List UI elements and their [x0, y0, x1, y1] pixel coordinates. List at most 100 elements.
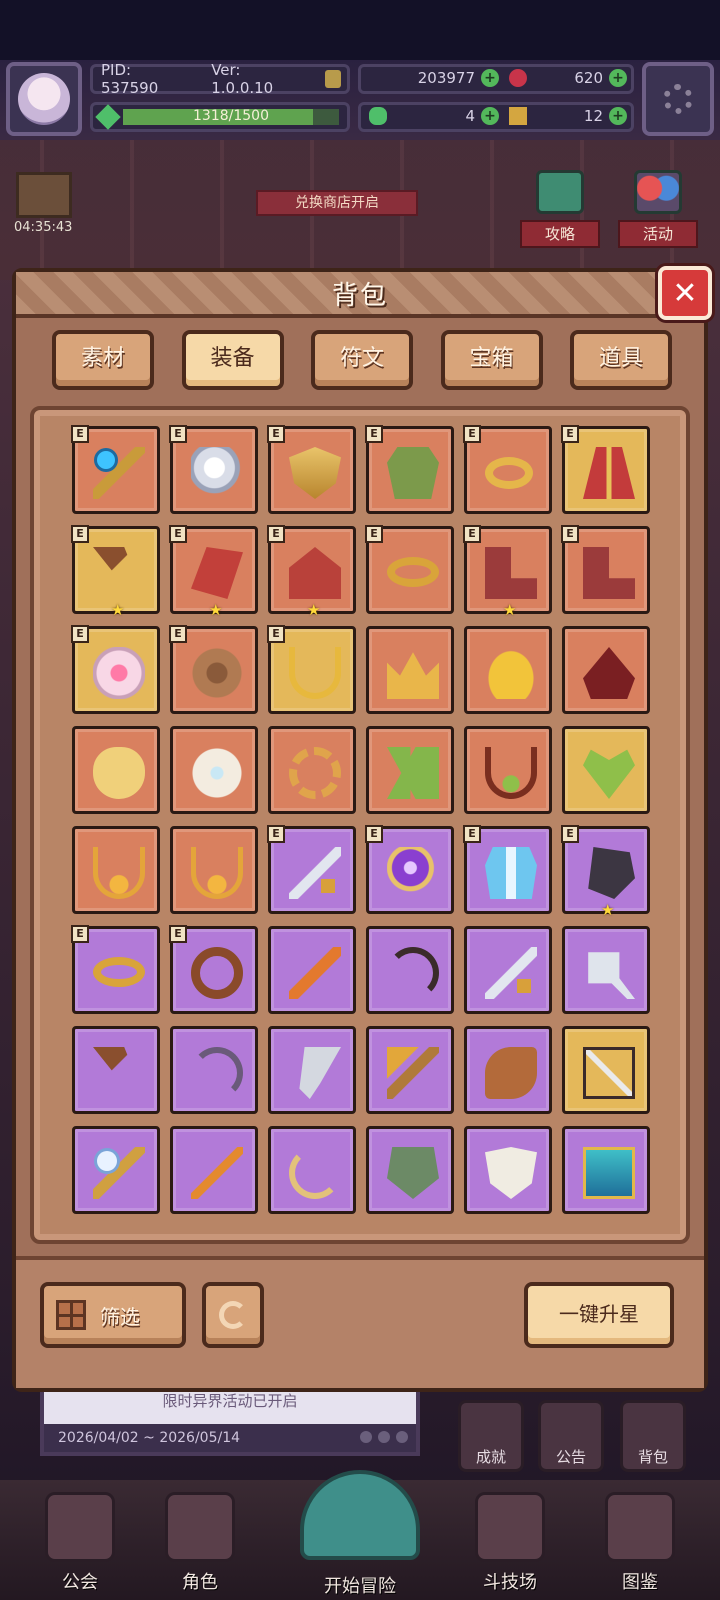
close-button[interactable]: ✕ [658, 266, 712, 320]
item-slot[interactable]: E ★ [561, 825, 650, 919]
item-slot[interactable]: E ★ [267, 525, 356, 619]
equipped-badge: E [169, 425, 187, 443]
item-slot[interactable]: E [463, 825, 552, 914]
item-slot[interactable] [562, 1026, 650, 1114]
item-slot[interactable]: E [267, 625, 356, 714]
exchange-shop-banner[interactable]: 兑换商店开启 [256, 190, 418, 216]
item-slot[interactable] [464, 926, 552, 1014]
glove-icon [588, 847, 635, 899]
gift-box-icon[interactable] [16, 172, 72, 218]
star-icon: ★ [209, 601, 223, 619]
item-slot[interactable]: E [365, 425, 454, 514]
item-slot[interactable]: E [169, 625, 258, 714]
currency-3-value: 4 [465, 107, 475, 125]
notice-button[interactable]: 公告 [538, 1400, 604, 1472]
item-slot[interactable] [562, 1126, 650, 1214]
tab-0[interactable]: 素材 [52, 330, 154, 390]
bag-button[interactable]: 背包 [620, 1400, 686, 1472]
nav-arena[interactable]: 斗技场 [460, 1492, 560, 1600]
blue-armor-icon [485, 847, 537, 899]
item-slot[interactable] [72, 1126, 160, 1214]
equipped-badge: E [169, 925, 187, 943]
item-slot[interactable]: E [561, 525, 650, 614]
necklace-icon [289, 647, 341, 699]
item-slot[interactable] [562, 926, 650, 1014]
item-slot[interactable] [562, 626, 650, 714]
nav-codex[interactable]: 图鉴 [590, 1492, 690, 1600]
item-slot[interactable]: E [463, 425, 552, 514]
item-slot[interactable] [562, 726, 650, 814]
crown-icon [387, 652, 439, 699]
item-slot[interactable] [366, 1026, 454, 1114]
item-slot[interactable] [464, 1126, 552, 1214]
gear-icon [663, 84, 693, 114]
item-slot[interactable]: E [169, 425, 258, 514]
player-avatar[interactable] [6, 62, 82, 136]
tome-icon [583, 1147, 635, 1199]
event-dates-text: 2026/04/02 ~ 2026/05/14 [58, 1430, 241, 1446]
tab-1[interactable]: 装备 [181, 330, 284, 390]
refresh-button[interactable] [202, 1282, 264, 1348]
item-slot[interactable]: E [267, 425, 356, 514]
nav-role[interactable]: 角色 [150, 1492, 250, 1600]
item-slot[interactable] [72, 1026, 160, 1114]
item-slot[interactable] [366, 626, 454, 714]
event-button[interactable]: 活动 [618, 170, 698, 248]
item-slot[interactable] [268, 1026, 356, 1114]
equipped-badge: E [365, 825, 383, 843]
item-slot[interactable] [366, 726, 454, 814]
item-slot[interactable] [170, 726, 258, 814]
item-slot[interactable]: E [169, 925, 258, 1014]
item-slot[interactable] [268, 1126, 356, 1214]
add-currency-4-button[interactable]: + [609, 107, 627, 125]
item-slot[interactable]: E [365, 825, 454, 914]
green-boots-icon [387, 747, 439, 799]
carousel-dots[interactable] [360, 1431, 408, 1443]
item-slot[interactable] [464, 726, 552, 814]
bracelet-icon [93, 957, 145, 987]
achievement-button[interactable]: 成就 [458, 1400, 524, 1472]
add-currency-1-button[interactable]: + [481, 69, 499, 87]
filter-button[interactable]: 筛选 [40, 1282, 186, 1348]
item-slot[interactable] [464, 626, 552, 714]
item-slot[interactable] [72, 826, 160, 914]
resource-row-1: 203977 + 620 + [358, 64, 634, 94]
tab-3[interactable]: 宝箱 [440, 330, 543, 390]
add-currency-3-button[interactable]: + [481, 107, 499, 125]
tab-4[interactable]: 道具 [570, 330, 672, 390]
item-slot[interactable]: E [71, 425, 160, 514]
nav-start-adventure[interactable]: 开始冒险 [278, 1470, 442, 1600]
item-slot[interactable]: E [71, 625, 160, 714]
item-slot[interactable] [170, 826, 258, 914]
settings-button[interactable] [642, 62, 714, 136]
strategy-button[interactable]: 攻略 [520, 170, 600, 248]
event-banner[interactable]: 限时异界活动已开启 2026/04/02 ~ 2026/05/14 [40, 1384, 420, 1456]
add-currency-2-button[interactable]: + [609, 69, 627, 87]
item-slot[interactable]: E ★ [71, 525, 160, 619]
cookie-icon [191, 647, 243, 699]
item-slot[interactable] [72, 726, 160, 814]
item-slot[interactable] [170, 1126, 258, 1214]
strategy-label: 攻略 [520, 220, 600, 248]
clover-icon [369, 107, 387, 125]
club-icon [93, 547, 145, 599]
gear-icon [289, 747, 341, 799]
item-slot[interactable] [366, 926, 454, 1014]
item-slot[interactable] [268, 926, 356, 1014]
item-slot[interactable] [268, 726, 356, 814]
item-slot[interactable]: E ★ [463, 525, 552, 619]
star-icon: ★ [307, 601, 321, 619]
item-slot[interactable]: E [365, 525, 454, 614]
tab-2[interactable]: 符文 [311, 330, 413, 390]
one-click-star-up-button[interactable]: 一键升星 [524, 1282, 674, 1348]
chat-icon [536, 170, 584, 214]
item-slot[interactable] [464, 1026, 552, 1114]
item-slot[interactable] [366, 1126, 454, 1214]
nav-guild[interactable]: 公会 [30, 1492, 130, 1600]
item-slot[interactable]: E [267, 825, 356, 914]
item-slot[interactable]: E [561, 425, 650, 514]
item-slot[interactable]: E ★ [169, 525, 258, 619]
item-slot[interactable] [170, 1026, 258, 1114]
item-slot[interactable]: E [71, 925, 160, 1014]
cleaver-icon [588, 952, 635, 999]
